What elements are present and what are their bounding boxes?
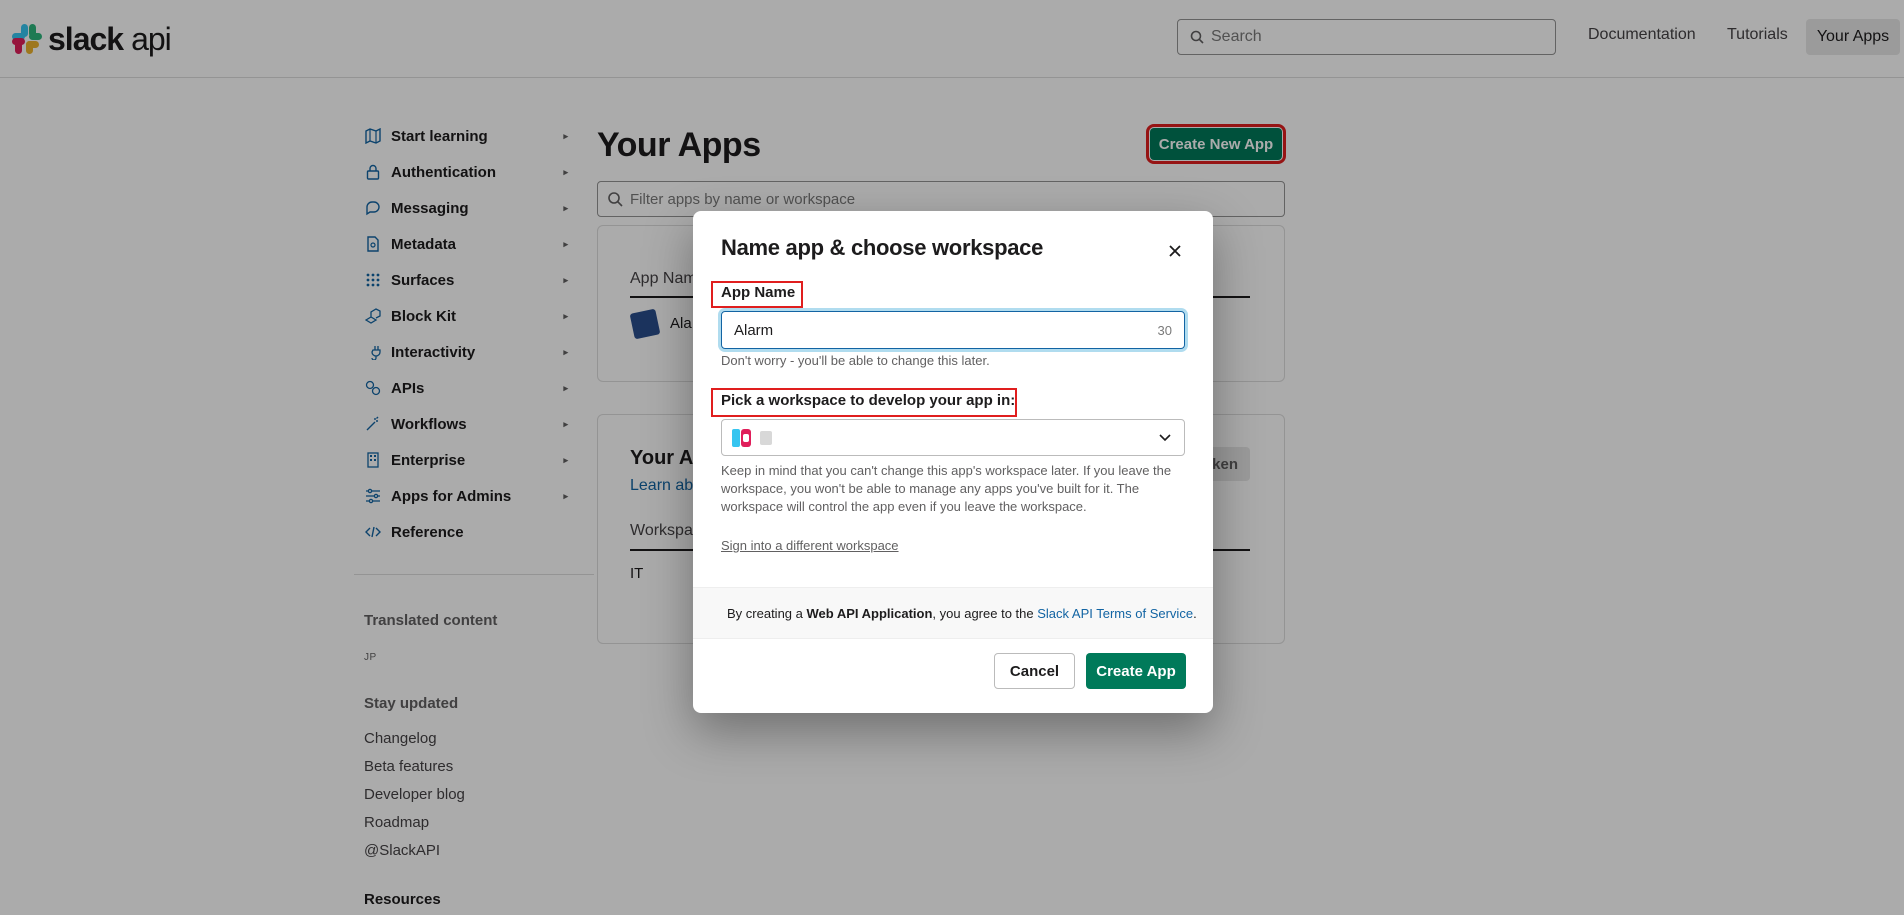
modal-title: Name app & choose workspace [721, 235, 1044, 260]
app-name-label: App Name [721, 284, 796, 301]
terms-middle: , you agree to the [932, 605, 1034, 621]
close-icon[interactable] [1163, 239, 1187, 263]
app-name-field[interactable] [734, 321, 1158, 339]
character-counter: 30 [1157, 322, 1172, 338]
terms-bold: Web API Application [806, 605, 933, 621]
app-name-hint: Don't worry - you'll be able to change t… [721, 353, 990, 368]
workspace-select[interactable] [721, 419, 1185, 456]
terms-prefix: By creating a [727, 605, 803, 621]
create-app-modal: Name app & choose workspace App Name 30 … [693, 211, 1213, 713]
terms-of-service-link[interactable]: Slack API Terms of Service [1037, 606, 1193, 621]
workspace-label: Pick a workspace to develop your app in: [721, 392, 1016, 409]
sign-in-different-workspace-link[interactable]: Sign into a different workspace [721, 538, 899, 553]
cancel-button[interactable]: Cancel [994, 653, 1075, 689]
workspace-icon [732, 427, 754, 449]
workspace-hint: Keep in mind that you can't change this … [721, 463, 1172, 514]
chevron-down-icon [1159, 434, 1171, 442]
terms-notice: By creating a Web API Application, you a… [693, 587, 1213, 639]
create-app-button[interactable]: Create App [1086, 653, 1186, 689]
app-name-input[interactable]: 30 [721, 311, 1185, 349]
terms-suffix: . [1193, 605, 1197, 621]
workspace-name-redacted [760, 430, 772, 445]
